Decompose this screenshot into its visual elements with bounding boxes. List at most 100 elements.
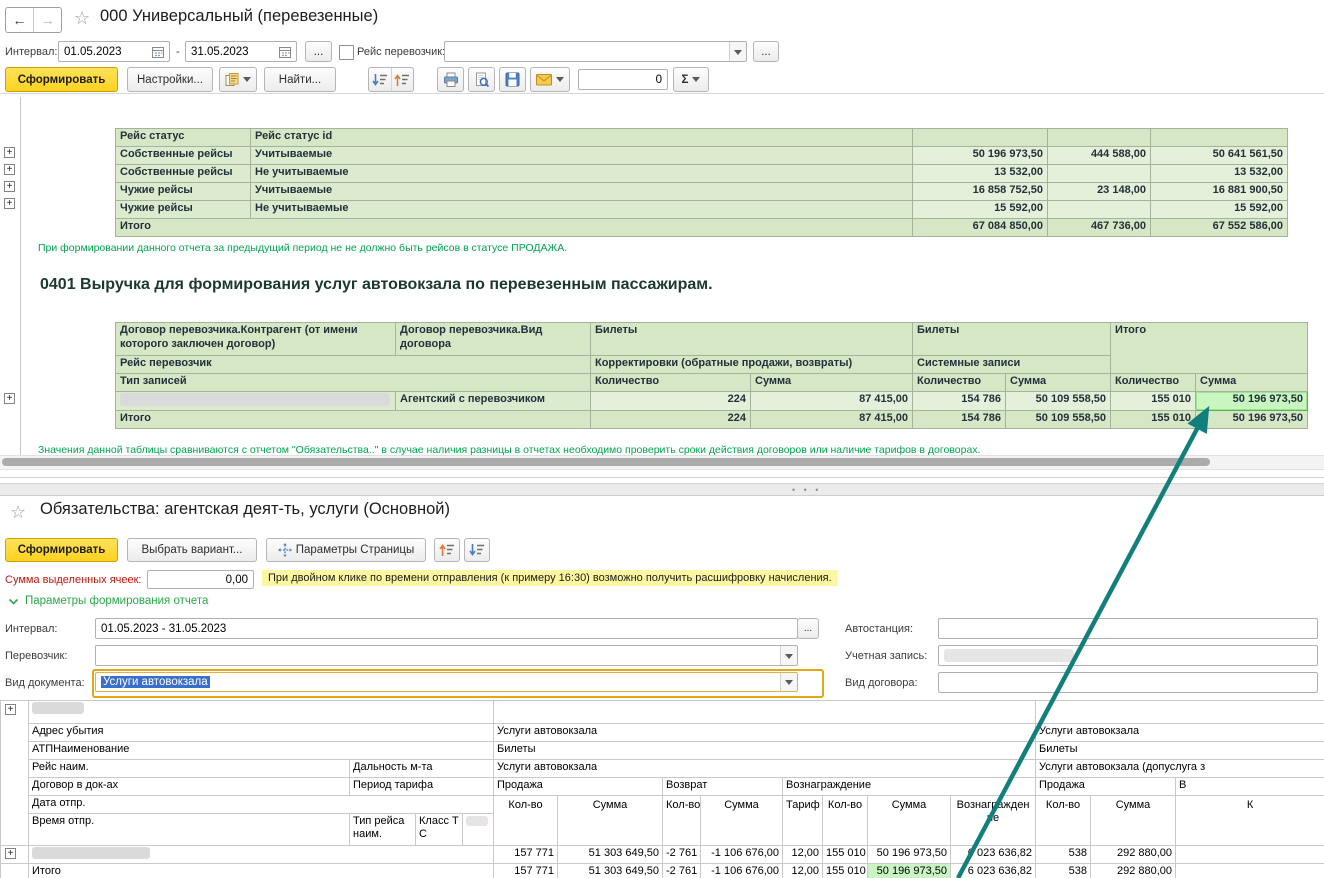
sort-ascending-icon[interactable] bbox=[391, 68, 414, 91]
report-note-sales-status: При формировании данного отчета за преды… bbox=[38, 242, 567, 254]
header-expander[interactable]: + bbox=[5, 704, 16, 715]
report-variants-button[interactable] bbox=[219, 67, 257, 92]
account-field[interactable] bbox=[938, 645, 1318, 666]
preview-icon bbox=[474, 72, 490, 88]
highlighted-sum-cell[interactable]: 50 196 973,50 bbox=[868, 864, 951, 878]
table-header-row: + bbox=[1, 701, 1324, 724]
move-cross-icon bbox=[278, 543, 292, 557]
find-button[interactable]: Найти... bbox=[264, 67, 336, 92]
doc-type-label: Вид документа: bbox=[5, 677, 85, 689]
choose-variant-button[interactable]: Выбрать вариант... bbox=[127, 538, 257, 562]
row-expander[interactable]: + bbox=[4, 147, 15, 158]
save-button[interactable] bbox=[499, 67, 526, 92]
table-header-row: Договор в док-ах Период тарифа Продажа В… bbox=[1, 778, 1324, 796]
row-expander[interactable]: + bbox=[4, 181, 15, 192]
interval-value: 01.05.2023 - 31.05.2023 bbox=[101, 623, 792, 635]
top-window-title: 000 Универсальный (перевезенные) bbox=[100, 7, 378, 26]
bottom-report-window: ☆ Обязательства: агентская деят-ть, услу… bbox=[0, 494, 1324, 878]
redacted-row-label bbox=[32, 847, 150, 859]
save-icon bbox=[505, 72, 520, 87]
app-page: ← → ☆ 000 Универсальный (перевезенные) И… bbox=[0, 0, 1324, 878]
counter-field[interactable]: 0 bbox=[578, 69, 668, 90]
print-preview-button[interactable] bbox=[468, 67, 495, 92]
station-label: Автостанция: bbox=[845, 623, 913, 635]
settings-button[interactable]: Настройки... bbox=[127, 67, 213, 92]
report-params-section-toggle[interactable]: Параметры формирования отчета bbox=[8, 595, 208, 607]
row-expander[interactable]: + bbox=[4, 164, 15, 175]
print-button[interactable] bbox=[437, 67, 464, 92]
carrier-filter-checkbox[interactable] bbox=[339, 45, 354, 60]
generate-button[interactable]: Сформировать bbox=[5, 538, 118, 562]
carrier-label: Перевозчик: bbox=[5, 650, 67, 662]
calendar-icon[interactable] bbox=[279, 46, 291, 58]
report-left-ruler bbox=[20, 97, 21, 455]
sort-descending-icon bbox=[469, 543, 485, 557]
sigma-icon: Σ bbox=[682, 74, 689, 86]
redacted-header bbox=[32, 702, 84, 714]
redacted-contragent bbox=[120, 393, 390, 406]
table-row: + 157 771 51 303 649,50 -2 761 -1 106 67… bbox=[1, 846, 1324, 864]
table-row: Чужие рейсы Учитываемые 16 858 752,50 23… bbox=[116, 183, 1288, 201]
sort-descending-button[interactable] bbox=[464, 538, 490, 562]
date-from-field[interactable]: 01.05.2023 bbox=[58, 41, 170, 62]
page-params-button[interactable]: Параметры Страницы bbox=[266, 538, 426, 562]
table-total-row: Итого 67 084 850,00 467 736,00 67 552 58… bbox=[116, 219, 1288, 237]
generate-button[interactable]: Сформировать bbox=[5, 67, 118, 92]
interval-more-button[interactable]: ... bbox=[305, 41, 332, 62]
carrier-more-button[interactable]: ... bbox=[753, 41, 779, 62]
chevron-down-icon[interactable] bbox=[780, 673, 797, 691]
horizontal-scrollbar[interactable] bbox=[0, 455, 1324, 470]
interval-label: Интервал: bbox=[5, 623, 57, 635]
splitter-top-line bbox=[0, 477, 1324, 478]
date-to-value[interactable]: 31.05.2023 bbox=[191, 46, 279, 58]
chevron-down-icon[interactable] bbox=[729, 42, 746, 61]
row-expander[interactable]: + bbox=[4, 393, 15, 404]
chevron-down-icon[interactable] bbox=[780, 646, 797, 665]
send-mail-button[interactable] bbox=[530, 67, 570, 92]
carrier-combo[interactable] bbox=[95, 645, 798, 666]
table-row: Чужие рейсы Не учитываемые 15 592,00 15 … bbox=[116, 201, 1288, 219]
section-title-0401: 0401 Выручка для формирования услуг авто… bbox=[40, 276, 713, 294]
carrier-filter-label: Рейс перевозчик: bbox=[357, 46, 445, 58]
sort-descending-icon[interactable] bbox=[369, 68, 391, 91]
favorite-star-icon[interactable]: ☆ bbox=[74, 9, 90, 27]
doc-type-combo[interactable]: Услуги автовокзала bbox=[95, 672, 798, 692]
table-row: Собственные рейсы Не учитываемые 13 532,… bbox=[116, 165, 1288, 183]
contract-type-label: Вид договора: bbox=[845, 677, 918, 689]
table-row: Агентский с перевозчиком 224 87 415,00 1… bbox=[116, 392, 1308, 411]
favorite-star-icon[interactable]: ☆ bbox=[10, 503, 26, 521]
chevron-down-icon bbox=[8, 597, 19, 606]
table-header-row: АТПНаименование Билеты Билеты bbox=[1, 742, 1324, 760]
redacted-cell bbox=[466, 816, 488, 826]
table-total-row: Итого 224 87 415,00 154 786 50 109 558,5… bbox=[116, 411, 1308, 429]
row-expander[interactable]: + bbox=[5, 848, 16, 859]
station-field[interactable] bbox=[938, 618, 1318, 639]
scrollbar-thumb[interactable] bbox=[2, 458, 1210, 466]
sum-sigma-button[interactable]: Σ bbox=[673, 67, 709, 92]
row-expander[interactable]: + bbox=[4, 198, 15, 209]
date-from-value[interactable]: 01.05.2023 bbox=[64, 46, 152, 58]
selected-cells-sum-field[interactable]: 0,00 bbox=[147, 570, 254, 589]
sort-buttons-group bbox=[368, 67, 414, 92]
contract-type-field[interactable] bbox=[938, 672, 1318, 693]
account-label: Учетная запись: bbox=[845, 650, 927, 662]
sort-ascending-icon bbox=[439, 543, 455, 557]
highlighted-sum-cell[interactable]: 50 196 973,50 bbox=[1196, 392, 1308, 411]
forward-button[interactable]: → bbox=[33, 8, 61, 32]
counter-value: 0 bbox=[656, 74, 662, 86]
calendar-icon[interactable] bbox=[152, 46, 164, 58]
sort-ascending-button[interactable] bbox=[434, 538, 460, 562]
doc-type-value: Услуги автовокзала bbox=[101, 676, 210, 688]
table-header-row: Тип записей Количество Сумма Количество … bbox=[116, 374, 1308, 392]
interval-more-button[interactable]: ... bbox=[797, 618, 819, 639]
date-to-field[interactable]: 31.05.2023 bbox=[185, 41, 297, 62]
table-row: Собственные рейсы Учитываемые 50 196 973… bbox=[116, 147, 1288, 165]
revenue-table: Договор перевозчика.Контрагент (от имени… bbox=[115, 322, 1308, 429]
interval-field[interactable]: 01.05.2023 - 31.05.2023 bbox=[95, 618, 798, 639]
selected-cells-sum-value: 0,00 bbox=[226, 574, 248, 586]
bottom-window-title: Обязательства: агентская деят-ть, услуги… bbox=[40, 500, 450, 519]
back-button[interactable]: ← bbox=[6, 8, 33, 32]
carrier-combo[interactable] bbox=[444, 41, 747, 62]
printer-icon bbox=[443, 72, 459, 88]
nav-history-group: ← → bbox=[5, 7, 62, 33]
